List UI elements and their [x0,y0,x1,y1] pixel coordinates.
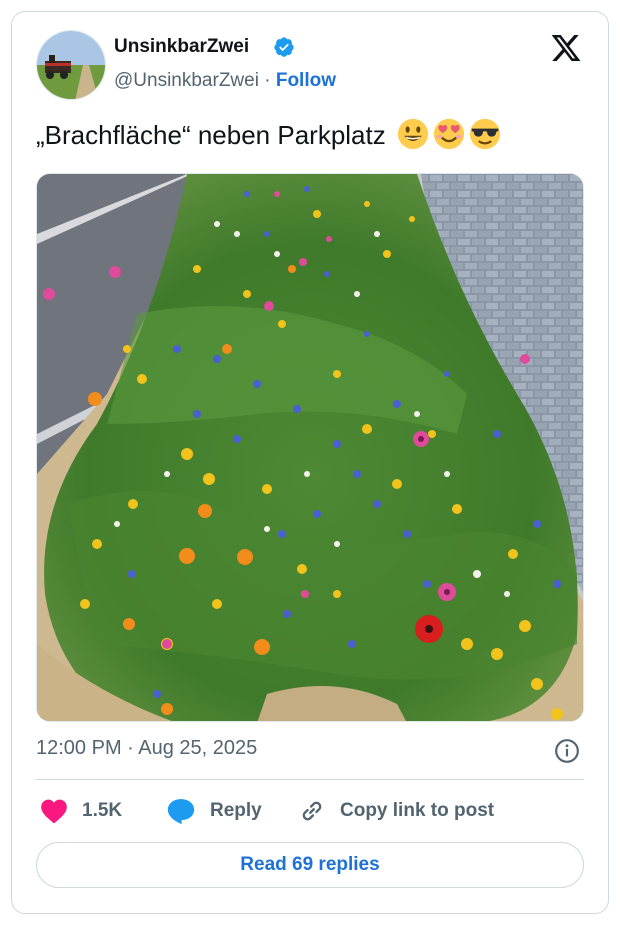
link-icon [302,801,322,821]
reply-label: Reply [210,800,262,821]
follow-button[interactable]: Follow [276,70,336,91]
copy-link-label: Copy link to post [340,800,495,821]
reply-bubble-icon [167,799,195,825]
smiling-face-with-sunglasses-emoji-icon [469,118,501,150]
tweet-body: „Brachfläche“ neben Parkplatz [36,120,386,150]
x-logo-icon[interactable] [549,32,583,64]
display-name[interactable]: UnsinkbarZwei [114,36,249,58]
heart-icon [41,799,67,824]
avatar-image [37,31,105,99]
divider [36,779,584,780]
handle-row: @UnsinkbarZwei · Follow [114,70,336,92]
tweet-text: „Brachfläche“ neben Parkplatz [36,118,501,151]
reply-button[interactable]: Reply [166,796,262,826]
smiling-face-with-heart-eyes-emoji-icon [433,118,465,150]
grinning-face-emoji-icon [397,118,429,150]
handle-separator: · [264,70,271,91]
read-replies-button[interactable]: Read 69 replies [36,842,584,888]
tweet-timestamp[interactable]: 12:00 PM · Aug 25, 2025 [36,737,257,760]
handle[interactable]: @UnsinkbarZwei [114,70,259,91]
info-icon[interactable] [554,738,580,764]
tweet-photo[interactable] [36,173,584,722]
copy-link-button[interactable]: Copy link to post [298,796,494,826]
wildflower-meadow-photo [37,174,583,721]
like-button[interactable]: 1.5K [40,796,122,826]
avatar[interactable] [36,30,106,100]
like-count: 1.5K [82,800,123,821]
verified-badge-icon [274,37,294,57]
